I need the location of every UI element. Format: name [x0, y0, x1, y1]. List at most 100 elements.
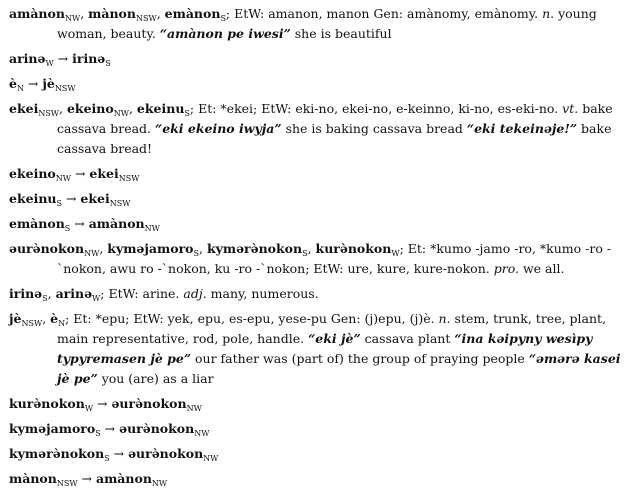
entry-text: → — [53, 51, 73, 66]
dictionary-entry: kyməjamoroS → əurə̀nokonNW — [9, 419, 623, 439]
entry-text: cassava plant — [360, 331, 455, 346]
headword: kymərə̀nokon — [9, 446, 105, 461]
headword: è — [50, 311, 59, 326]
dialect-subscript: NW — [203, 454, 219, 463]
entry-text: , — [80, 6, 89, 21]
headword: kymərə̀nokon — [206, 241, 303, 256]
dialect-subscript: NW — [151, 479, 168, 488]
dictionary-entry: ekeiNSW, ekeinoNW, ekeinuS; Et: *ekei; E… — [9, 99, 623, 159]
dialect-subscript: NW — [64, 14, 81, 23]
headword: jè — [9, 311, 22, 326]
dialect-subscript: W — [45, 59, 54, 68]
dictionary-entry: ekeinoNW → ekeiNSW — [9, 164, 623, 184]
grammar-label: n. — [542, 6, 555, 21]
entry-text: , — [307, 241, 316, 256]
dialect-subscript: N — [16, 84, 24, 93]
dialect-subscript: W — [84, 404, 94, 413]
dialect-subscript: NSW — [109, 199, 131, 208]
entry-text: → — [70, 216, 89, 231]
example-phrase: “eki jè” — [308, 331, 361, 346]
grammar-label: vt. — [562, 101, 579, 116]
entry-text: , — [156, 6, 165, 21]
grammar-label: adj. — [183, 286, 207, 301]
entry-text: she is baking cassava bread — [281, 121, 467, 136]
headword: irinə — [9, 286, 43, 301]
entry-text: our father was (part of) the group of pr… — [191, 351, 529, 366]
headword: emànon — [164, 6, 221, 21]
headword: ekei — [9, 101, 39, 116]
dialect-subscript: NSW — [54, 84, 76, 93]
entry-text: → — [61, 191, 81, 206]
entry-text: → — [77, 471, 96, 486]
headword: mànon — [88, 6, 136, 21]
entry-text: → — [109, 446, 129, 461]
dictionary-entry: emànonS → amànonNW — [9, 214, 623, 234]
headword: əurə̀nokon — [119, 421, 195, 436]
headword: arinə — [55, 286, 93, 301]
dialect-subscript: NSW — [118, 174, 140, 183]
dictionary-entry: mànonNSW → amànonNW — [9, 469, 623, 489]
headword: əurə̀nokon — [111, 396, 187, 411]
dialect-subscript: NW — [113, 109, 129, 118]
example-phrase: “eki ekeino iwyja” — [155, 121, 282, 136]
headword: amànon — [9, 6, 65, 21]
entry-text: ; Et: *epu; EtW: yek, epu, es-epu, yese-… — [65, 311, 439, 326]
entry-text: → — [93, 396, 112, 411]
dictionary-entry: amànonNW, mànonNSW, emànonS; EtW: amanon… — [9, 4, 623, 44]
dictionary-entry: kymərə̀nokonS → əurə̀nokonNW — [9, 444, 623, 464]
headword: kyməjamoro — [9, 421, 96, 436]
dialect-subscript: NW — [55, 174, 71, 183]
entry-text: we all. — [518, 261, 565, 276]
headword: əurə̀nokon — [9, 241, 85, 256]
entry-text: → — [23, 76, 43, 91]
entry-text: you (are) as a liar — [97, 371, 214, 386]
entry-text: , — [59, 101, 67, 116]
dictionary-entry: èN → jèNSW — [9, 74, 623, 94]
entry-text: ; EtW: arine. — [100, 286, 184, 301]
dialect-subscript: NW — [194, 429, 210, 438]
headword: kurə̀nokon — [315, 241, 392, 256]
headword: emànon — [9, 216, 65, 231]
example-phrase: “amànon pe iwesi” — [159, 26, 291, 41]
dialect-subscript: NSW — [38, 109, 60, 118]
entry-text: , — [198, 241, 207, 256]
entry-text: → — [100, 421, 120, 436]
dictionary-page: amànonNW, mànonNSW, emànonS; EtW: amanon… — [0, 0, 631, 489]
headword: ekeinu — [136, 101, 185, 116]
headword: jè — [42, 76, 55, 91]
entry-text: , — [128, 101, 137, 116]
headword: irinə — [72, 51, 106, 66]
entry-text: , — [42, 311, 51, 326]
headword: ekeino — [66, 101, 114, 116]
example-phrase: “eki tekeinəje!” — [466, 121, 578, 136]
dictionary-entry: ekeinuS → ekeiNSW — [9, 189, 623, 209]
headword: ekei — [89, 166, 119, 181]
headword: əurə̀nokon — [128, 446, 204, 461]
entry-text: ; EtW: amanon, manon Gen: amànomy, emàno… — [225, 6, 543, 21]
headword: è — [9, 76, 17, 91]
headword: kurə̀nokon — [9, 396, 85, 411]
dialect-subscript: W — [391, 249, 400, 258]
dialect-subscript: S — [105, 59, 111, 68]
headword: amànon — [88, 216, 145, 231]
entry-text: ; Et: *ekei; EtW: eki-no, ekei-no, e-kei… — [189, 101, 563, 116]
grammar-label: n. — [438, 311, 451, 326]
dictionary-entry: arinəW → irinəS — [9, 49, 623, 69]
headword: kyməjamoro — [107, 241, 194, 256]
entry-text: she is beautiful — [290, 26, 392, 41]
entry-text: → — [70, 166, 90, 181]
dictionary-entry: jèNSW, èN; Et: *epu; EtW: yek, epu, es-e… — [9, 309, 623, 389]
headword: ekei — [80, 191, 110, 206]
headword: amànon — [95, 471, 152, 486]
entry-text: many, numerous. — [206, 286, 319, 301]
grammar-label: pro. — [493, 261, 519, 276]
headword: arinə — [9, 51, 46, 66]
headword: mànon — [9, 471, 57, 486]
dialect-subscript: NW — [186, 404, 202, 413]
dialect-subscript: NW — [84, 249, 100, 258]
dialect-subscript: NSW — [21, 319, 43, 328]
dialect-subscript: NSW — [56, 479, 78, 488]
dictionary-entry: irinəS, arinəW; EtW: arine. adj. many, n… — [9, 284, 623, 304]
dictionary-entry: kurə̀nokonW → əurə̀nokonNW — [9, 394, 623, 414]
dialect-subscript: NSW — [135, 14, 157, 23]
